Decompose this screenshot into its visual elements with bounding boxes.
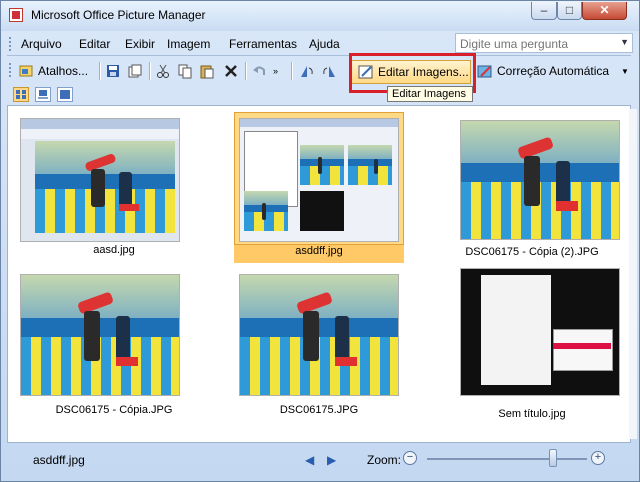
- thumbnail-label: DSC06175 - Cópia (2).JPG: [465, 246, 599, 258]
- auto-correct-label: Correção Automática: [497, 64, 610, 78]
- thumbnail-item[interactable]: aasd.jpg: [16, 112, 212, 262]
- undo-button[interactable]: [251, 61, 267, 81]
- rotate-left-icon: [299, 63, 315, 79]
- paste-button[interactable]: [199, 61, 215, 81]
- paste-icon: [199, 63, 215, 79]
- thumbnail-item[interactable]: DSC06175.JPG: [234, 272, 404, 422]
- menu-bar: Arquivo Editar Exibir Imagem Ferramentas…: [7, 33, 633, 56]
- zoom-out-icon[interactable]: −: [403, 451, 417, 465]
- next-arrow-icon[interactable]: ▶: [327, 453, 336, 467]
- save-icon: [105, 63, 121, 79]
- picture-manager-window: Microsoft Office Picture Manager – □ ✕ A…: [0, 0, 640, 482]
- thumbnail-item[interactable]: DSC06175 - Cópia.JPG: [16, 272, 212, 422]
- menu-ferramentas[interactable]: Ferramentas: [229, 37, 297, 51]
- toolbar-separator: [149, 62, 151, 80]
- previous-arrow-icon[interactable]: ◀: [305, 453, 314, 467]
- menu-editar[interactable]: Editar: [79, 37, 110, 51]
- shortcuts-label: Atalhos...: [38, 64, 89, 78]
- toolbar-separator: [245, 62, 247, 80]
- single-picture-view-button[interactable]: [57, 87, 73, 102]
- thumbnail-item[interactable]: Sem título.jpg: [434, 268, 630, 422]
- shortcuts-button[interactable]: Atalhos...: [19, 61, 88, 81]
- scissors-icon: [155, 63, 171, 79]
- thumbnail-label: DSC06175 - Cópia.JPG: [55, 404, 173, 416]
- menu-ajuda[interactable]: Ajuda: [309, 37, 340, 51]
- shortcuts-icon: [19, 63, 35, 79]
- menu-grip-icon[interactable]: [9, 37, 14, 51]
- auto-correct-wand-icon: [477, 63, 493, 79]
- title-bar: Microsoft Office Picture Manager – □ ✕: [1, 1, 639, 31]
- maximize-button[interactable]: □: [557, 2, 582, 20]
- menu-exibir[interactable]: Exibir: [125, 37, 155, 51]
- copy-button[interactable]: [177, 61, 193, 81]
- filmstrip-view-button[interactable]: [35, 87, 51, 102]
- thumbnail-view-button[interactable]: [13, 87, 29, 102]
- thumbnail-image[interactable]: [460, 120, 620, 240]
- copy-folder-icon: [127, 63, 143, 79]
- thumbnail-image[interactable]: [239, 118, 399, 242]
- rotate-right-button[interactable]: [321, 61, 337, 81]
- thumbnail-label: asddff.jpg: [234, 244, 404, 263]
- thumbnail-grid-icon: [16, 90, 26, 99]
- thumbnail-item-selected[interactable]: asddff.jpg: [234, 112, 404, 263]
- auto-correct-button[interactable]: Correção Automática: [477, 61, 609, 81]
- menu-imagem[interactable]: Imagem: [167, 37, 210, 51]
- status-current-file: asddff.jpg: [33, 453, 85, 467]
- thumbnail-label: DSC06175.JPG: [279, 404, 359, 416]
- toolbar-separator: [291, 62, 293, 80]
- menu-arquivo[interactable]: Arquivo: [21, 37, 62, 51]
- copy-to-button[interactable]: [127, 61, 143, 81]
- help-search-box[interactable]: ▼: [455, 33, 633, 53]
- chevron-double-icon: »: [273, 66, 279, 76]
- cut-button[interactable]: [155, 61, 171, 81]
- thumbnail-image[interactable]: [239, 274, 399, 396]
- view-toolbar: [7, 85, 631, 105]
- zoom-label: Zoom:: [367, 453, 402, 467]
- zoom-slider-track[interactable]: [427, 458, 587, 460]
- toolbar-overflow-button[interactable]: »: [273, 61, 289, 81]
- thumbnail-item[interactable]: DSC06175 - Cópia (2).JPG: [434, 112, 630, 262]
- toolbar: Atalhos... » Correção Automática ▼: [7, 59, 631, 83]
- copy-icon: [177, 63, 193, 79]
- thumbnail-label: aasd.jpg: [93, 244, 135, 256]
- help-search-input[interactable]: [458, 35, 618, 53]
- undo-icon: [251, 63, 267, 79]
- toolbar-separator: [99, 62, 101, 80]
- chevron-down-icon[interactable]: ▼: [620, 37, 629, 47]
- close-button[interactable]: ✕: [582, 2, 627, 20]
- thumbnail-pane: aasd.jpg asddff.jpg DSC06175 - Cópia (2)…: [7, 105, 631, 443]
- toolbar-grip-icon[interactable]: [9, 63, 14, 77]
- toolbar-options-button[interactable]: ▼: [621, 61, 629, 81]
- status-bar: asddff.jpg ◀ ▶ Zoom: − +: [7, 445, 631, 475]
- chevron-down-icon: ▼: [621, 66, 629, 76]
- vertical-scrollbar[interactable]: [629, 109, 637, 439]
- rotate-left-button[interactable]: [299, 61, 315, 81]
- minimize-button[interactable]: –: [531, 2, 557, 20]
- zoom-in-icon[interactable]: +: [591, 451, 605, 465]
- zoom-slider-thumb[interactable]: [549, 449, 557, 467]
- save-button[interactable]: [105, 61, 121, 81]
- filmstrip-icon: [38, 90, 48, 99]
- thumbnail-image[interactable]: [460, 268, 620, 396]
- app-icon: [9, 8, 23, 22]
- thumbnail-label: Sem título.jpg: [498, 408, 566, 420]
- rotate-right-icon: [321, 63, 337, 79]
- window-title: Microsoft Office Picture Manager: [31, 8, 206, 22]
- thumbnail-image[interactable]: [20, 274, 180, 396]
- delete-x-icon: [223, 63, 239, 79]
- delete-button[interactable]: [223, 61, 239, 81]
- single-picture-icon: [60, 90, 70, 99]
- thumbnail-image[interactable]: [20, 118, 180, 242]
